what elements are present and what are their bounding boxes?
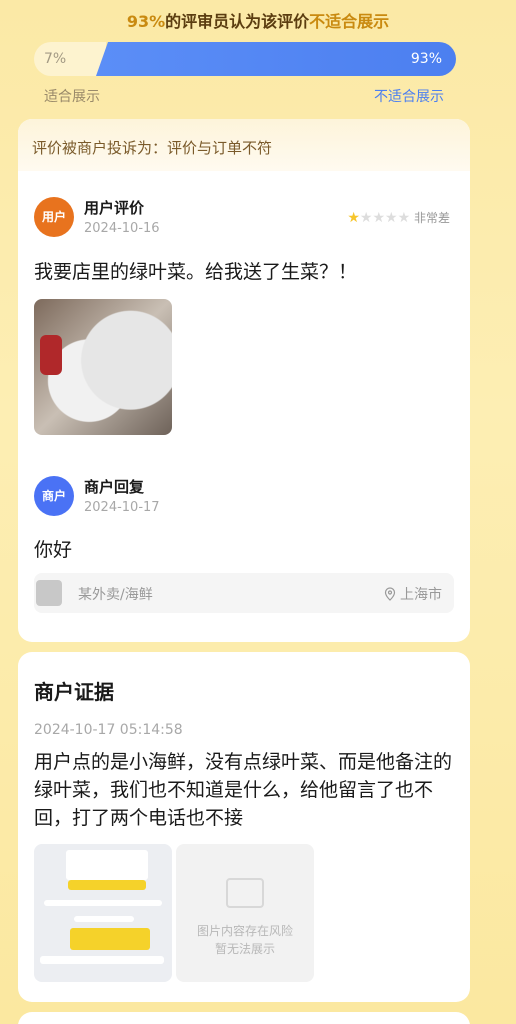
store-name: 某外卖/海鲜	[78, 587, 153, 603]
store-city-label: 上海市	[400, 587, 442, 603]
vote-unsuitable-label: 不适合展示	[374, 89, 444, 105]
store-row[interactable]: 某外卖/海鲜 上海市	[34, 573, 454, 613]
vote-suitable-label: 适合展示	[44, 89, 100, 105]
reply-text: 你好	[34, 539, 73, 561]
evidence-text: 用户点的是小海鲜，没有点绿叶菜、而是他备注的绿叶菜，我们也不知道是什么，给他留言…	[34, 751, 453, 829]
evidence-blocked-image: 图片内容存在风险 暂无法展示	[176, 844, 314, 982]
vote-suitable-segment: 7%	[34, 42, 106, 76]
review-author: 用户评价	[84, 199, 145, 217]
merchant-avatar: 商户	[34, 476, 74, 516]
verdict-result: 不适合展示	[309, 12, 390, 31]
next-card	[18, 1012, 470, 1024]
rating-text: 非常差	[413, 211, 450, 225]
blocked-notice-line1: 图片内容存在风险	[196, 924, 293, 938]
vote-bar: 7% 93%	[34, 42, 456, 76]
verdict-title: 93%的评审员认为该评价不适合展示	[0, 8, 516, 32]
store-thumbnail	[36, 580, 62, 606]
evidence-chat-screenshot[interactable]	[34, 844, 172, 982]
review-card: 评价被商户投诉为：评价与订单不符 用户 用户评价 2024-10-16 ★★★★…	[18, 119, 470, 642]
review-date: 2024-10-16	[84, 221, 160, 236]
review-text: 我要店里的绿叶菜。给我送了生菜？！	[34, 261, 358, 283]
star-rating: ★★★★★ 非常差	[347, 209, 450, 226]
evidence-time: 2024-10-17 05:14:58	[34, 722, 183, 738]
star-icon: ★	[372, 210, 386, 226]
evidence-title: 商户证据	[34, 680, 114, 704]
store-city: 上海市	[384, 584, 442, 604]
user-avatar: 用户	[34, 197, 74, 237]
star-icon: ★	[397, 210, 411, 226]
evidence-card: 商户证据 2024-10-17 05:14:58 用户点的是小海鲜，没有点绿叶菜…	[18, 652, 470, 1002]
vote-unsuitable-segment: 93%	[96, 42, 456, 76]
review-photo[interactable]	[34, 299, 172, 435]
reply-author: 商户回复	[84, 478, 145, 496]
blocked-notice-line2: 暂无法展示	[214, 942, 275, 956]
star-icon: ★	[385, 210, 398, 226]
star-icon: ★	[359, 210, 373, 226]
complaint-reason: 评价被商户投诉为：评价与订单不符	[18, 119, 470, 171]
verdict-percent: 93%	[126, 12, 166, 31]
reply-date: 2024-10-17	[84, 500, 160, 515]
image-placeholder-icon	[226, 878, 264, 908]
star-icon: ★	[347, 210, 360, 226]
verdict-middle: 的评审员认为该评价	[165, 12, 310, 31]
location-pin-icon	[384, 587, 395, 601]
